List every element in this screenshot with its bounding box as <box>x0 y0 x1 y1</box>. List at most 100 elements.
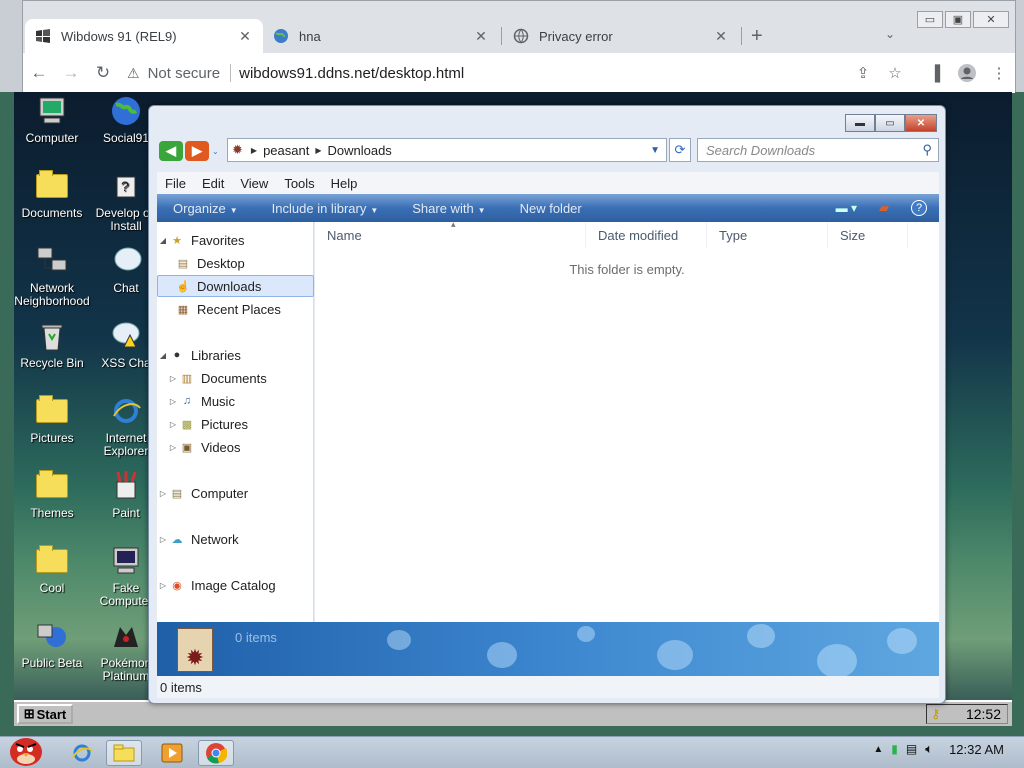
help-icon[interactable]: ? <box>911 200 927 216</box>
address-dropdown-icon[interactable]: ▼ <box>650 145 660 156</box>
forward-arrow-icon[interactable]: ▶ <box>185 141 209 161</box>
column-date-modified[interactable]: Date modified <box>586 222 707 248</box>
nav-desktop[interactable]: ▤ Desktop <box>157 252 314 274</box>
nav-lib-pictures[interactable]: ▷ ▩ Pictures <box>157 413 314 435</box>
breadcrumb-bar[interactable]: ✹ ▶ peasant ▶ Downloads ▼ <box>227 138 667 162</box>
column-name[interactable]: Name ▴ <box>315 219 586 248</box>
search-icon[interactable]: ⚲ <box>922 142 932 158</box>
folder-icon <box>35 394 69 428</box>
breadcrumb-peasant[interactable]: peasant <box>263 143 309 158</box>
angry-bird-start-icon[interactable] <box>4 733 48 767</box>
tab-close-icon[interactable]: ✕ <box>237 28 253 45</box>
tab-wibdows[interactable]: Wibdows 91 (REL9) ✕ <box>25 19 263 53</box>
nav-lib-documents[interactable]: ▷ ▥ Documents <box>157 367 314 389</box>
tab-close-icon[interactable]: ✕ <box>473 28 489 45</box>
folder-icon <box>35 169 69 203</box>
share-with-button[interactable]: Share with ▼ <box>412 201 485 216</box>
tab-hna[interactable]: hna ✕ <box>263 19 499 53</box>
column-size[interactable]: Size <box>828 222 908 248</box>
computer-icon <box>109 544 143 578</box>
nav-lib-music[interactable]: ▷ ♫ Music <box>157 390 314 412</box>
explorer-titlebar[interactable]: ▬ ▭ ✕ <box>149 106 945 140</box>
menu-edit[interactable]: Edit <box>202 176 224 191</box>
menu-file[interactable]: File <box>165 176 186 191</box>
navigation-pane: ◢ ★ Favorites ▤ Desktop ☝ Downloads ▦ Recent … <box>157 222 314 622</box>
view-options-icon[interactable]: ▬ ▾ <box>836 201 857 215</box>
taskbar-explorer-icon[interactable] <box>106 740 142 766</box>
tab-search-chevron-icon[interactable]: ⌄ <box>885 27 895 41</box>
tab-title: Privacy error <box>539 28 613 44</box>
videos-library-icon: ▣ <box>181 441 193 454</box>
folder-icon <box>35 544 69 578</box>
minimize-icon[interactable]: ▬ <box>845 114 875 132</box>
desktop-icon-pictures[interactable]: Pictures <box>14 394 90 445</box>
side-panel-icon[interactable]: ▐ <box>919 57 951 89</box>
battery-icon[interactable]: ▮ <box>891 742 898 756</box>
network-icon[interactable]: ▤ <box>906 742 917 756</box>
breadcrumb-downloads[interactable]: Downloads <box>327 143 391 158</box>
menu-help[interactable]: Help <box>331 176 358 191</box>
details-pane: ✹ 0 items <box>157 622 939 676</box>
back-arrow-icon[interactable]: ← <box>23 57 55 89</box>
new-tab-plus-icon[interactable]: + <box>751 25 763 48</box>
bookmark-star-icon[interactable]: ☆ <box>879 57 911 89</box>
menu-view[interactable]: View <box>240 176 268 191</box>
nav-libraries[interactable]: ◢ ● Libraries <box>157 344 314 366</box>
minimize-icon[interactable]: ▭ <box>917 11 943 28</box>
desktop-icon-documents[interactable]: Documents <box>14 169 90 220</box>
nav-downloads[interactable]: ☝ Downloads <box>157 275 314 297</box>
chat-warning-icon <box>109 319 143 353</box>
network-globe-icon <box>35 619 69 653</box>
back-arrow-icon[interactable]: ◀ <box>159 141 183 161</box>
nav-recent-places[interactable]: ▦ Recent Places <box>157 298 314 320</box>
maximize-icon[interactable]: ▣ <box>945 11 971 28</box>
column-type[interactable]: Type <box>707 222 828 248</box>
taskbar-media-player-icon[interactable] <box>154 740 190 766</box>
address-bar[interactable]: ⚠ Not secure wibdows91.ddns.net/desktop.… <box>127 58 847 88</box>
desktop-icon-recycle-bin[interactable]: Recycle Bin <box>14 319 90 370</box>
image-catalog-icon: ◉ <box>172 579 182 592</box>
close-icon[interactable]: ✕ <box>905 114 937 132</box>
nav-network[interactable]: ▷ ☁ Network <box>157 528 314 550</box>
nav-lib-videos[interactable]: ▷ ▣ Videos <box>157 436 314 458</box>
desktop-icon-themes[interactable]: Themes <box>14 469 90 520</box>
desktop-icon-network-neighborhood[interactable]: Network Neighborhood <box>14 244 90 308</box>
desktop-icon-computer[interactable]: Computer <box>14 94 90 145</box>
new-folder-button[interactable]: New folder <box>520 201 582 216</box>
folder-icon <box>35 469 69 503</box>
start-button[interactable]: ⊞ Start <box>17 704 73 724</box>
volume-icon[interactable]: 🔈︎ <box>925 741 933 757</box>
taskbar-chrome-icon[interactable] <box>198 740 234 766</box>
include-in-library-button[interactable]: Include in library ▼ <box>272 201 379 216</box>
desktop-icon-cool[interactable]: Cool <box>14 544 90 595</box>
tab-close-icon[interactable]: ✕ <box>713 28 729 45</box>
close-icon[interactable]: ✕ <box>973 11 1009 28</box>
organize-button[interactable]: Organize ▼ <box>173 201 238 216</box>
menu-tools[interactable]: Tools <box>284 176 314 191</box>
profile-avatar-icon[interactable] <box>951 57 983 89</box>
host-clock[interactable]: 12:32 AM <box>949 742 1004 757</box>
favorites-star-icon: ★ <box>172 234 182 247</box>
column-headers: Name ▴ Date modified Type Size <box>315 219 939 248</box>
refresh-icon[interactable]: ⟳ <box>669 138 691 162</box>
nav-favorites[interactable]: ◢ ★ Favorites <box>157 229 314 251</box>
search-input[interactable]: Search Downloads ⚲ <box>697 138 939 162</box>
taskbar-ie-icon[interactable] <box>64 740 100 766</box>
wibdows-tray: ⚷ 12:52 <box>926 704 1008 724</box>
file-list[interactable]: Name ▴ Date modified Type Size This folde… <box>315 219 939 622</box>
menu-kebab-icon[interactable]: ⋮ <box>983 57 1015 89</box>
share-icon[interactable]: ⇪ <box>847 57 879 89</box>
maximize-icon[interactable]: ▭ <box>875 114 905 132</box>
reload-icon[interactable]: ↻ <box>87 57 119 89</box>
key-icon: ⚷ <box>931 706 941 721</box>
forward-arrow-icon[interactable]: → <box>55 57 87 89</box>
nav-computer[interactable]: ▷ ▤ Computer <box>157 482 314 504</box>
tab-privacy-error[interactable]: Privacy error ✕ <box>503 19 739 53</box>
history-dropdown-icon[interactable]: ⌄ <box>212 147 219 156</box>
desktop-icon-public-beta[interactable]: Public Beta <box>14 619 90 670</box>
nav-image-catalog[interactable]: ▷ ◉ Image Catalog <box>157 574 314 596</box>
recycle-bin-icon <box>35 319 69 353</box>
show-hidden-icons-icon[interactable]: ▲ <box>873 744 883 755</box>
installer-icon: ? <box>109 169 143 203</box>
preview-pane-icon[interactable]: ▰ <box>879 200 889 216</box>
